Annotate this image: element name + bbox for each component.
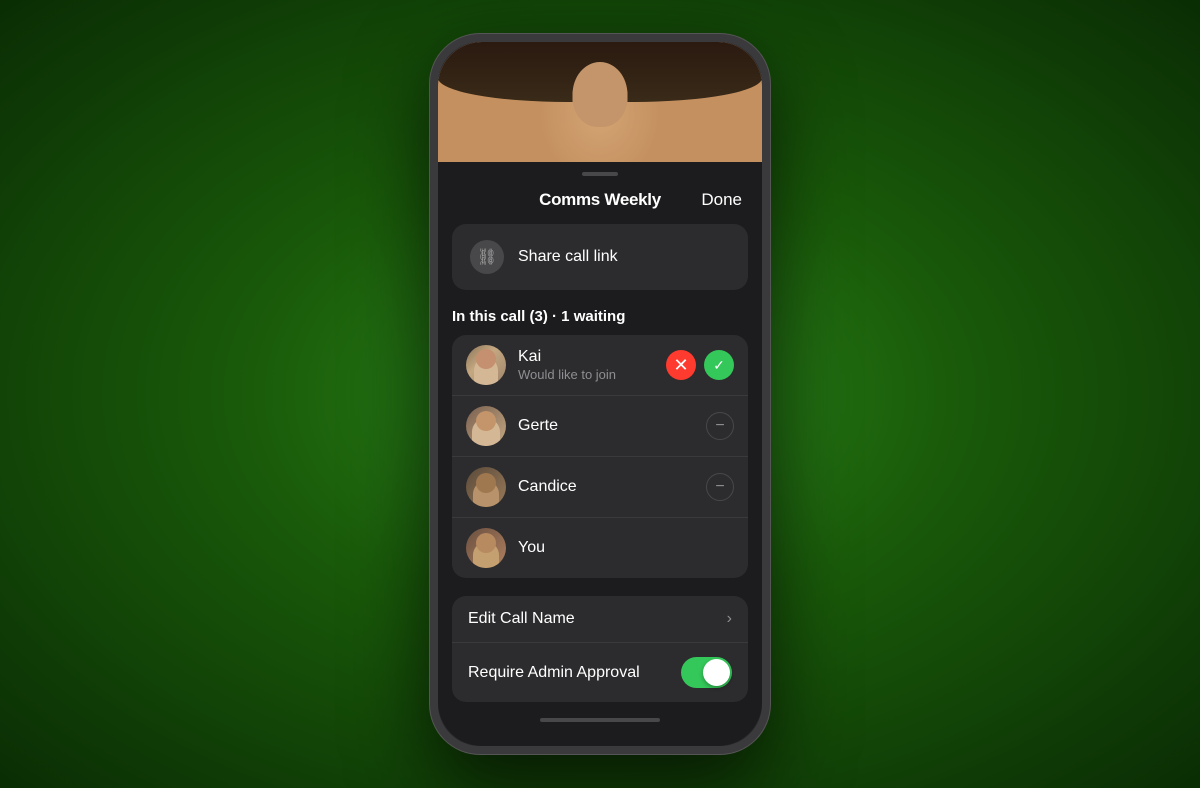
approve-kai-button[interactable]: ✓ (704, 350, 734, 380)
remove-candice-button[interactable]: − (706, 473, 734, 501)
participant-actions-candice: − (706, 473, 734, 501)
phone-screen: Comms Weekly Done ⛓ Share call link In t… (438, 42, 762, 746)
chevron-right-icon: › (727, 610, 732, 628)
edit-call-name-label: Edit Call Name (468, 610, 575, 628)
participant-info-you: You (518, 539, 734, 557)
participant-info-candice: Candice (518, 478, 694, 496)
avatar-gerte (466, 406, 506, 446)
home-indicator (540, 718, 660, 722)
avatar-kai (466, 345, 506, 385)
require-admin-row: Require Admin Approval (452, 642, 748, 702)
participant-row-candice: Candice − (452, 456, 748, 517)
participant-name-gerte: Gerte (518, 417, 694, 435)
bottom-sheet: Comms Weekly Done ⛓ Share call link In t… (438, 162, 762, 746)
phone-device: Comms Weekly Done ⛓ Share call link In t… (430, 34, 770, 754)
edit-call-name-row[interactable]: Edit Call Name › (452, 596, 748, 642)
avatar-candice (466, 467, 506, 507)
participant-name-kai: Kai (518, 348, 654, 366)
participant-info-gerte: Gerte (518, 417, 694, 435)
remove-gerte-button[interactable]: − (706, 412, 734, 440)
participant-row-gerte: Gerte − (452, 395, 748, 456)
participant-actions-kai: ✕ ✓ (666, 350, 734, 380)
participant-info-kai: Kai Would like to join (518, 348, 654, 382)
deny-kai-button[interactable]: ✕ (666, 350, 696, 380)
link-icon: ⛓ (470, 240, 504, 274)
share-link-label: Share call link (518, 248, 618, 266)
share-call-link-button[interactable]: ⛓ Share call link (452, 224, 748, 290)
participant-row-you: You (452, 517, 748, 578)
video-preview (438, 42, 762, 162)
done-button[interactable]: Done (701, 190, 742, 210)
participants-card: Kai Would like to join ✕ ✓ Gerte (452, 335, 748, 578)
require-admin-toggle[interactable] (681, 657, 732, 688)
participant-row-kai: Kai Would like to join ✕ ✓ (452, 335, 748, 395)
sheet-title: Comms Weekly (539, 190, 661, 210)
phone-frame: Comms Weekly Done ⛓ Share call link In t… (430, 34, 770, 754)
toggle-knob (703, 659, 730, 686)
participant-name-candice: Candice (518, 478, 694, 496)
drag-handle (582, 172, 618, 176)
participant-name-you: You (518, 539, 734, 557)
avatar-you (466, 528, 506, 568)
participants-section-label: In this call (3) · 1 waiting (438, 308, 762, 335)
face-background (438, 42, 762, 162)
sheet-header: Comms Weekly Done (438, 190, 762, 224)
participant-actions-gerte: − (706, 412, 734, 440)
participant-status-kai: Would like to join (518, 367, 654, 382)
require-admin-label: Require Admin Approval (468, 664, 640, 682)
settings-card: Edit Call Name › Require Admin Approval (452, 596, 748, 702)
